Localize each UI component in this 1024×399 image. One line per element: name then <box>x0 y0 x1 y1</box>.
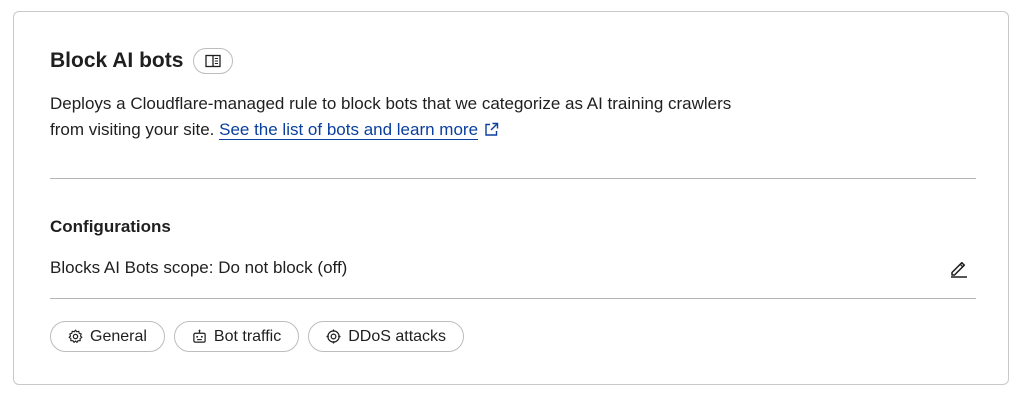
book-open-icon <box>205 54 222 68</box>
external-link-icon[interactable] <box>484 122 499 137</box>
gear-icon <box>68 329 83 343</box>
target-icon <box>326 329 341 344</box>
tag-list: General Bot traffic DDoS attacks <box>50 321 465 352</box>
tag-label: Bot traffic <box>213 327 282 345</box>
edit-scope-button[interactable] <box>948 257 970 279</box>
tag-bot-traffic[interactable]: Bot traffic <box>173 321 300 352</box>
card-header: Block AI bots <box>50 48 234 74</box>
documentation-button[interactable] <box>193 48 234 74</box>
robot-icon <box>193 329 206 343</box>
tag-label: General <box>90 327 147 345</box>
pencil-icon <box>951 261 967 278</box>
learn-more-link[interactable]: See the list of bots and learn more <box>219 120 479 140</box>
learn-more-link-label: See the list of bots and learn more <box>219 120 479 139</box>
block-ai-bots-card: Block AI bots Deploys a Cloudflare-manag… <box>13 11 1009 385</box>
card-description: Deploys a Cloudflare-managed rule to blo… <box>50 91 770 143</box>
section-divider <box>50 298 976 299</box>
card-title: Block AI bots <box>50 49 184 72</box>
configurations-heading: Configurations <box>50 217 171 236</box>
scope-setting-text: Blocks AI Bots scope: Do not block (off) <box>50 258 348 277</box>
tag-label: DDoS attacks <box>348 327 447 345</box>
tag-ddos-attacks[interactable]: DDoS attacks <box>308 321 465 352</box>
tag-general[interactable]: General <box>50 321 165 352</box>
section-divider <box>50 178 976 179</box>
